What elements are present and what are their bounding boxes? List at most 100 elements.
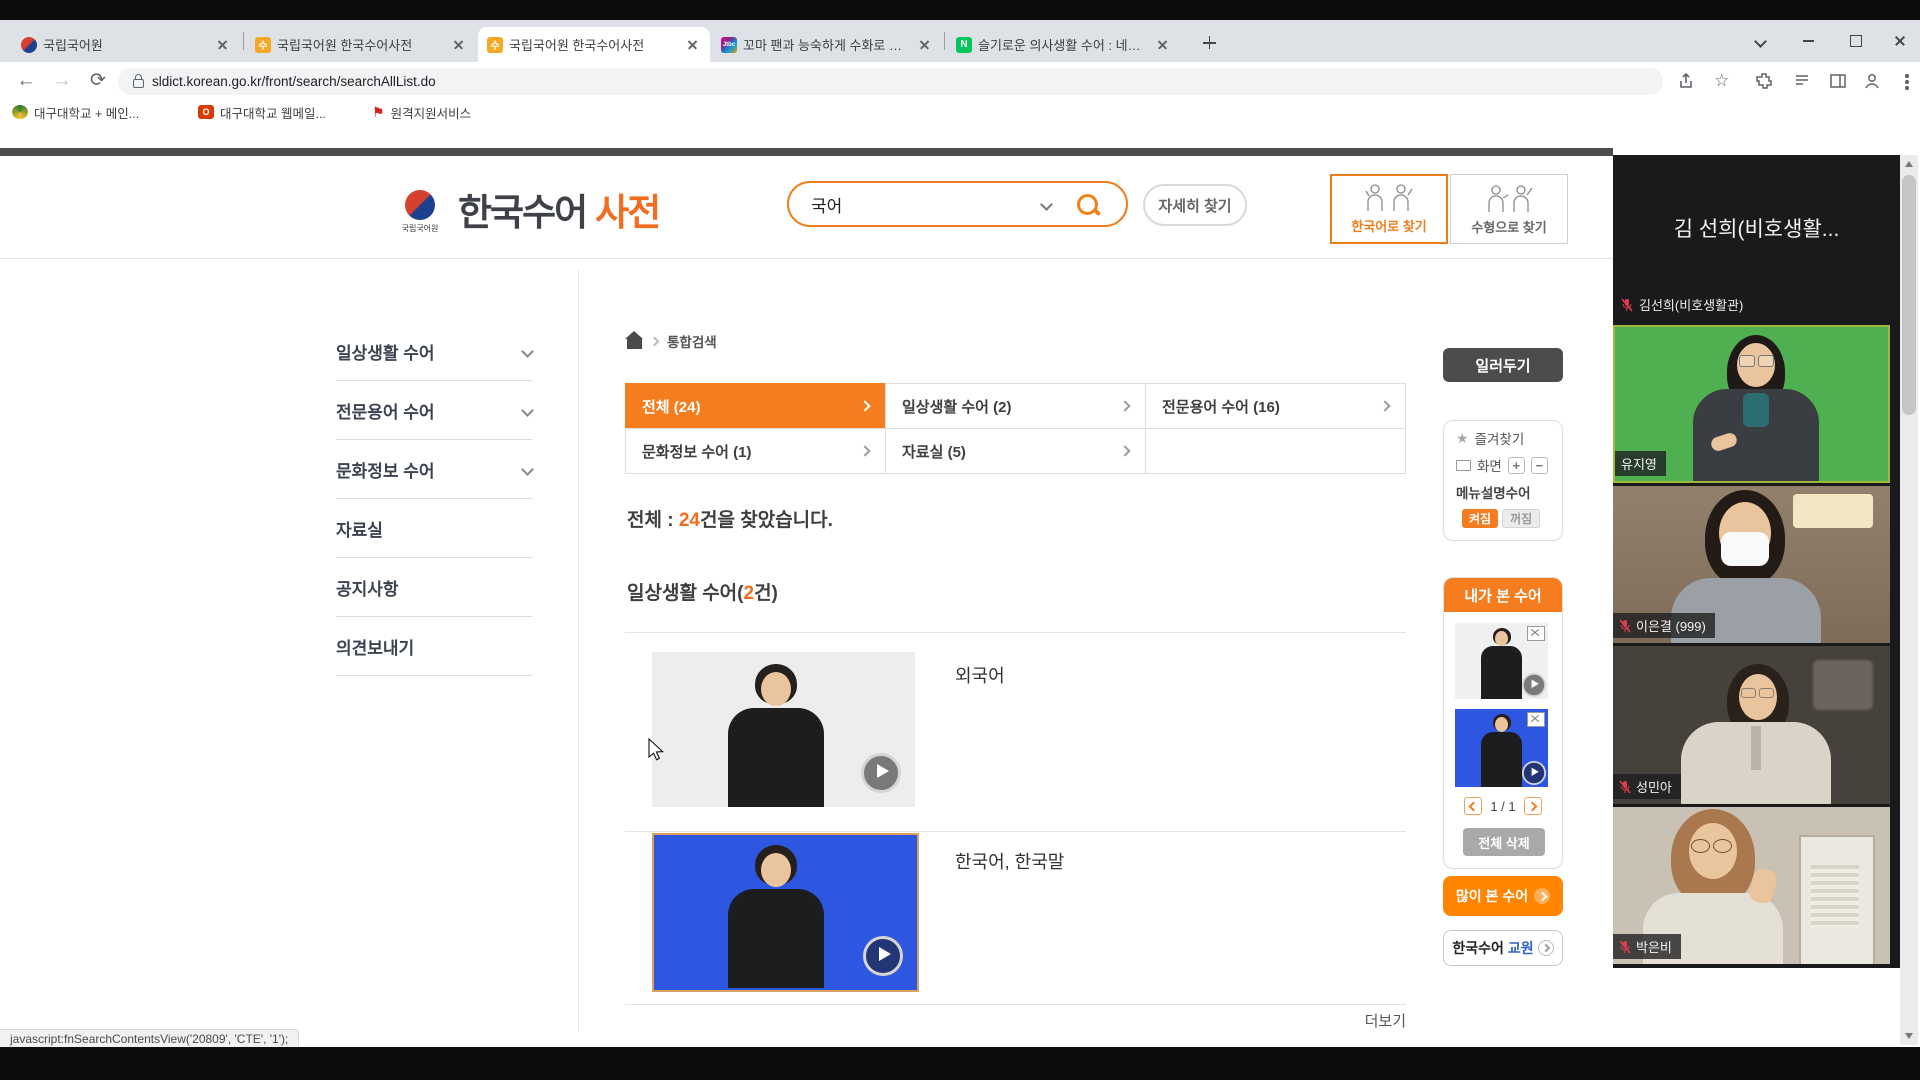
menu-label: 문화정보 수어 xyxy=(336,457,435,482)
bookmark-favicon: O xyxy=(198,105,214,119)
remove-icon[interactable] xyxy=(1527,712,1545,727)
tab-label: 전체 (24) xyxy=(642,396,700,417)
side-panel-icon[interactable] xyxy=(1828,71,1850,93)
tab-title: 국립국어원 한국수어사전 xyxy=(509,35,679,54)
result-video-thumbnail[interactable] xyxy=(652,833,919,992)
new-tab-button[interactable] xyxy=(1196,30,1222,56)
tab-jtbc[interactable]: Jtbc 꼬마 팬과 능숙하게 수화로 대화 xyxy=(712,27,942,62)
tab-sldict-active[interactable]: 수 국립국어원 한국수어사전 xyxy=(478,27,710,62)
url-text[interactable]: sldict.korean.go.kr/front/search/searchA… xyxy=(152,74,436,89)
favorite-row[interactable]: ★즐겨찾기 xyxy=(1456,428,1562,448)
menu-label: 공지사항 xyxy=(336,575,399,600)
menu-item-daily-sign[interactable]: 일상생활 수어 xyxy=(336,322,532,381)
toggle-off-button[interactable]: 꺼짐 xyxy=(1502,509,1540,528)
more-link[interactable]: 더보기 xyxy=(1340,1010,1406,1031)
my-sign-thumbnail[interactable] xyxy=(1455,623,1548,699)
close-icon[interactable] xyxy=(215,37,231,53)
share-icon[interactable] xyxy=(1676,71,1698,93)
popular-signs-button[interactable]: 많이 본 수어 xyxy=(1443,876,1563,916)
menu-item-culture-sign[interactable]: 문화정보 수어 xyxy=(336,440,532,499)
scroll-up-icon[interactable] xyxy=(1905,161,1913,167)
result-title[interactable]: 외국어 xyxy=(955,662,1005,688)
page-top-bar xyxy=(0,148,1613,156)
scroll-down-icon[interactable] xyxy=(1905,1033,1913,1039)
result-tab-terminology[interactable]: 전문용어 수어 (16) xyxy=(1145,383,1406,429)
search-box[interactable]: 국어 xyxy=(787,181,1128,227)
reload-icon[interactable]: ⟳ xyxy=(86,69,110,93)
menu-item-terminology-sign[interactable]: 전문용어 수어 xyxy=(336,381,532,440)
search-by-handshape-button[interactable]: 수형으로 찾기 xyxy=(1450,174,1568,244)
pager-next-button[interactable] xyxy=(1524,797,1542,815)
sign-teacher-banner[interactable]: 한국수어교원 xyxy=(1443,930,1563,966)
reading-list-icon[interactable] xyxy=(1792,71,1814,93)
detail-search-button[interactable]: 자세히 찾기 xyxy=(1143,184,1247,226)
button-label: 수형으로 찾기 xyxy=(1471,217,1546,236)
play-icon[interactable] xyxy=(863,936,903,976)
nikl-logo[interactable]: 국립국어원 xyxy=(398,190,442,234)
address-bar[interactable]: sldict.korean.go.kr/front/search/searchA… xyxy=(118,68,1663,95)
participant-name-label: 이은결 (999) xyxy=(1613,613,1715,638)
result-tab-daily[interactable]: 일상생활 수어 (2) xyxy=(885,383,1146,429)
tab-naver[interactable]: N 슬기로운 의사생활 수어 : 네이버 xyxy=(947,27,1180,62)
window-maximize-button[interactable] xyxy=(1834,20,1878,62)
search-by-korean-button[interactable]: 한국어로 찾기 xyxy=(1330,174,1448,244)
banner-label: 한국수어 xyxy=(1452,938,1504,958)
pager-prev-button[interactable] xyxy=(1464,797,1482,815)
delete-all-button[interactable]: 전체 삭제 xyxy=(1463,828,1545,856)
chevron-down-icon[interactable] xyxy=(1040,198,1053,211)
tab-sldict-1[interactable]: 수 국립국어원 한국수어사전 xyxy=(246,27,476,62)
window-dropdown-button[interactable] xyxy=(1738,20,1782,62)
play-icon[interactable] xyxy=(861,753,901,793)
nikl-logo-icon xyxy=(405,190,435,220)
result-video-thumbnail[interactable] xyxy=(652,652,915,807)
bookmark-daegu-webmail[interactable]: O 대구대학교 웹메일... xyxy=(198,102,326,122)
menu-item-feedback[interactable]: 의견보내기 xyxy=(336,617,532,676)
bookmark-star-icon[interactable]: ☆ xyxy=(1714,71,1736,93)
mic-muted-icon xyxy=(1621,298,1633,312)
glasses xyxy=(1739,355,1755,367)
utility-box: ★즐겨찾기 화면 + − 메뉴설명수어 켜짐 꺼짐 xyxy=(1443,420,1563,541)
scrollbar[interactable] xyxy=(1900,155,1918,1045)
bookmark-daegu-main[interactable]: 대구대학교 + 메인... xyxy=(12,102,139,122)
close-icon[interactable] xyxy=(917,37,933,53)
remove-icon[interactable] xyxy=(1527,626,1545,641)
close-icon[interactable] xyxy=(451,37,467,53)
video-call-panel: 김 선희(비호생활... 김선희(비호생활관) 유지영 이은결 (999 xyxy=(1613,155,1900,968)
result-tabs: 전체 (24) 일상생활 수어 (2) 전문용어 수어 (16) 문화정보 수어… xyxy=(625,383,1406,473)
search-input[interactable]: 국어 xyxy=(811,192,1042,217)
toggle-on-button[interactable]: 켜짐 xyxy=(1462,509,1498,528)
close-icon[interactable] xyxy=(685,37,701,53)
menu-label: 의견보내기 xyxy=(336,634,414,659)
play-icon[interactable] xyxy=(1522,761,1546,785)
scrollbar-thumb[interactable] xyxy=(1902,175,1916,415)
menu-label: 일상생활 수어 xyxy=(336,339,435,364)
window-close-button[interactable] xyxy=(1878,20,1920,62)
my-sign-thumbnail[interactable] xyxy=(1455,709,1548,787)
menu-kebab-icon[interactable] xyxy=(1900,71,1914,93)
close-icon[interactable] xyxy=(1155,37,1171,53)
tab-label: 일상생활 수어 (2) xyxy=(902,396,1011,417)
profile-icon[interactable] xyxy=(1862,71,1884,93)
browser-toolbar: ← → ⟳ sldict.korean.go.kr/front/search/s… xyxy=(0,62,1920,100)
home-icon[interactable] xyxy=(627,339,642,349)
zoom-in-button[interactable]: + xyxy=(1508,457,1525,474)
zoom-out-button[interactable]: − xyxy=(1531,457,1548,474)
result-tab-all[interactable]: 전체 (24) xyxy=(625,383,886,429)
site-title-main: 한국수어 xyxy=(458,192,586,233)
back-icon[interactable]: ← xyxy=(14,69,38,93)
legend-button[interactable]: 일러두기 xyxy=(1443,348,1563,382)
result-tab-archive[interactable]: 자료실 (5) xyxy=(885,428,1146,474)
window-minimize-button[interactable] xyxy=(1786,20,1830,62)
site-title[interactable]: 한국수어사전 xyxy=(458,182,659,236)
play-icon[interactable] xyxy=(1522,673,1546,697)
result-title[interactable]: 한국어, 한국말 xyxy=(955,848,1064,874)
favorite-label: 즐겨찾기 xyxy=(1475,428,1525,448)
search-icon[interactable] xyxy=(1077,194,1098,215)
tab-nikl[interactable]: 국립국어원 xyxy=(12,27,240,62)
result-tab-culture[interactable]: 문화정보 수어 (1) xyxy=(625,428,886,474)
menu-item-notice[interactable]: 공지사항 xyxy=(336,558,532,617)
extensions-icon[interactable] xyxy=(1754,71,1776,93)
forward-icon[interactable]: → xyxy=(50,69,74,93)
menu-item-archive[interactable]: 자료실 xyxy=(336,499,532,558)
bookmark-remote-support[interactable]: ⚑ 원격지원서비스 xyxy=(372,102,471,122)
